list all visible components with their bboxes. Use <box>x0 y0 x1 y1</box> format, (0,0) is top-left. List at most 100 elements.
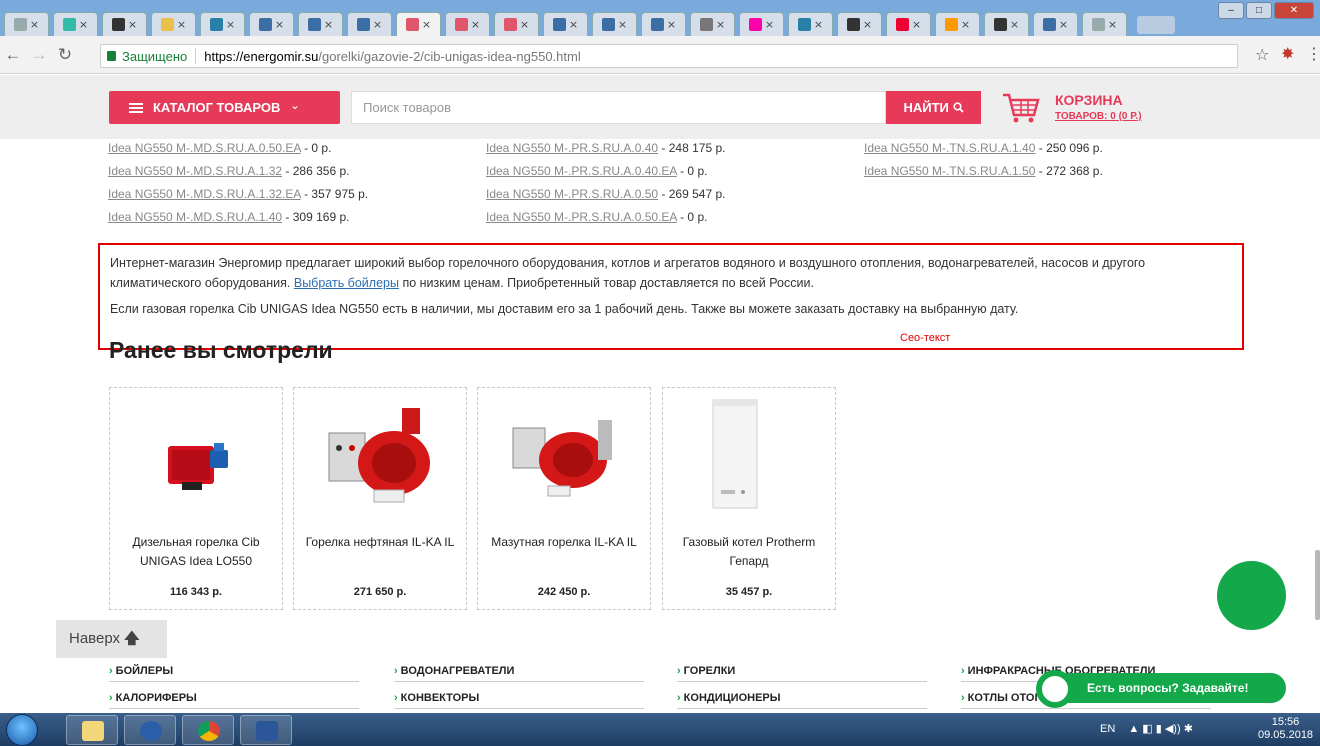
search-input[interactable]: Поиск товаров <box>351 91 886 124</box>
product-name[interactable]: Газовый котел Protherm Гепард <box>669 533 829 571</box>
callback-button[interactable] <box>1217 561 1286 630</box>
tab-close-icon[interactable]: × <box>912 18 921 31</box>
cart-icon[interactable] <box>1001 91 1041 125</box>
browser-tab[interactable]: × <box>102 12 147 36</box>
bookmark-star-icon[interactable]: ☆ <box>1255 45 1269 65</box>
cart-count-link[interactable]: ТОВАРОВ: 0 (0 Р.) <box>1055 111 1142 122</box>
tab-close-icon[interactable]: × <box>863 18 872 31</box>
browser-tab[interactable]: × <box>249 12 294 36</box>
variant-link[interactable]: Idea NG550 M-.PR.S.RU.A.0.50 <box>486 187 658 201</box>
browser-tab[interactable]: × <box>1033 12 1078 36</box>
tab-close-icon[interactable]: × <box>520 18 529 31</box>
tab-close-icon[interactable]: × <box>716 18 725 31</box>
tab-close-icon[interactable]: × <box>471 18 480 31</box>
variant-link[interactable]: Idea NG550 M-.TN.S.RU.A.1.40 <box>864 141 1035 155</box>
browser-tab[interactable]: × <box>935 12 980 36</box>
product-card[interactable]: Дизельная горелка Cib UNIGAS Idea LO550 … <box>109 387 283 610</box>
variant-link[interactable]: Idea NG550 M-.MD.S.RU.A.1.40 <box>108 210 282 224</box>
product-card[interactable]: Газовый котел Protherm Гепард 35 457 р. <box>662 387 836 610</box>
browser-tab[interactable]: × <box>494 12 539 36</box>
tab-close-icon[interactable]: × <box>765 18 774 31</box>
footer-category-link[interactable]: › КОНВЕКТОРЫ <box>394 692 644 709</box>
browser-tab[interactable]: × <box>837 12 882 36</box>
variant-link[interactable]: Idea NG550 M-.MD.S.RU.A.0.50.EA <box>108 141 301 155</box>
url-omnibox[interactable]: Защищено https://energomir.su/gorelki/ga… <box>100 44 1238 68</box>
cart-title[interactable]: КОРЗИНА <box>1055 92 1123 108</box>
browser-tab[interactable]: × <box>543 12 588 36</box>
tab-close-icon[interactable]: × <box>324 18 333 31</box>
browser-tab[interactable]: × <box>592 12 637 36</box>
tab-close-icon[interactable]: × <box>569 18 578 31</box>
browser-tab[interactable]: × <box>788 12 833 36</box>
page-scrollbar[interactable] <box>1315 550 1320 620</box>
variant-link[interactable]: Idea NG550 M-.PR.S.RU.A.0.50.EA <box>486 210 677 224</box>
minimize-button[interactable]: – <box>1218 2 1244 19</box>
extension-icon[interactable]: ✸ <box>1281 44 1299 63</box>
browser-tab[interactable]: × <box>298 12 343 36</box>
tab-close-icon[interactable]: × <box>1108 18 1117 31</box>
browser-tab[interactable]: × <box>1082 12 1127 36</box>
taskbar-word[interactable] <box>240 715 292 745</box>
variant-link[interactable]: Idea NG550 M-.PR.S.RU.A.0.40.EA <box>486 164 677 178</box>
browser-tab[interactable]: × <box>445 12 490 36</box>
tab-close-icon[interactable]: × <box>177 18 186 31</box>
tab-close-icon[interactable]: × <box>275 18 284 31</box>
tab-close-icon[interactable]: × <box>373 18 382 31</box>
browser-tab[interactable]: × <box>151 12 196 36</box>
tab-close-icon[interactable]: × <box>1010 18 1019 31</box>
tab-close-icon[interactable]: × <box>667 18 676 31</box>
tab-close-icon[interactable]: × <box>618 18 627 31</box>
footer-category-link[interactable]: › ВОДОНАГРЕВАТЕЛИ <box>394 665 644 682</box>
tray-icons[interactable]: ▲ ◧ ▮ ◀)) ✱ <box>1128 723 1193 735</box>
clock[interactable]: 15:56 09.05.2018 <box>1258 716 1313 742</box>
tab-close-icon[interactable]: × <box>128 18 137 31</box>
browser-menu-icon[interactable]: ⋮ <box>1306 44 1320 64</box>
close-window-button[interactable]: ✕ <box>1274 2 1314 19</box>
tab-close-icon[interactable]: × <box>961 18 970 31</box>
maximize-button[interactable]: □ <box>1246 2 1272 19</box>
reload-icon[interactable]: ↻ <box>52 45 78 65</box>
product-name[interactable]: Дизельная горелка Cib UNIGAS Idea LO550 <box>116 533 276 571</box>
catalog-button[interactable]: КАТАЛОГ ТОВАРОВ ⌄ <box>109 91 340 124</box>
variant-link[interactable]: Idea NG550 M-.MD.S.RU.A.1.32.EA <box>108 187 301 201</box>
browser-tab[interactable]: × <box>641 12 686 36</box>
browser-tab[interactable]: × <box>690 12 735 36</box>
variant-link[interactable]: Idea NG550 M-.MD.S.RU.A.1.32 <box>108 164 282 178</box>
browser-tab[interactable]: × <box>739 12 784 36</box>
back-to-top-button[interactable]: Наверх 🡅 <box>56 620 167 658</box>
footer-category-link[interactable]: › БОЙЛЕРЫ <box>109 665 359 682</box>
start-button[interactable] <box>6 714 38 746</box>
product-card[interactable]: Горелка нефтяная IL-KA IL 271 650 р. <box>293 387 467 610</box>
forward-button[interactable]: → <box>26 45 52 65</box>
browser-tab[interactable]: × <box>200 12 245 36</box>
variant-link[interactable]: Idea NG550 M-.TN.S.RU.A.1.50 <box>864 164 1035 178</box>
tab-close-icon[interactable]: × <box>1059 18 1068 31</box>
footer-category-link[interactable]: › КАЛОРИФЕРЫ <box>109 692 359 709</box>
choose-boilers-link[interactable]: Выбрать бойлеры <box>294 276 399 290</box>
browser-tab[interactable]: × <box>4 12 49 36</box>
tab-close-icon[interactable]: × <box>422 18 431 31</box>
taskbar-chrome[interactable] <box>182 715 234 745</box>
tab-close-icon[interactable]: × <box>30 18 39 31</box>
chat-widget-button[interactable]: Есть вопросы? Задавайте! <box>1043 673 1286 703</box>
tab-close-icon[interactable]: × <box>814 18 823 31</box>
tab-close-icon[interactable]: × <box>79 18 88 31</box>
chat-icon[interactable] <box>1036 670 1074 708</box>
new-tab-button[interactable] <box>1137 16 1175 34</box>
footer-category-link[interactable]: › КОНДИЦИОНЕРЫ <box>677 692 927 709</box>
language-indicator[interactable]: EN <box>1100 723 1115 735</box>
product-card[interactable]: Мазутная горелка IL-KA IL 242 450 р. <box>477 387 651 610</box>
tab-close-icon[interactable]: × <box>226 18 235 31</box>
taskbar-app[interactable] <box>124 715 176 745</box>
browser-tab[interactable]: × <box>886 12 931 36</box>
product-name[interactable]: Горелка нефтяная IL-KA IL <box>300 533 460 552</box>
browser-tab[interactable]: × <box>396 12 441 36</box>
footer-category-link[interactable]: › ГОРЕЛКИ <box>677 665 927 682</box>
taskbar-explorer[interactable] <box>66 715 118 745</box>
browser-tab[interactable]: × <box>347 12 392 36</box>
browser-tab[interactable]: × <box>53 12 98 36</box>
back-button[interactable]: ← <box>0 45 26 65</box>
search-button[interactable]: НАЙТИ <box>886 91 981 124</box>
product-name[interactable]: Мазутная горелка IL-KA IL <box>484 533 644 552</box>
variant-link[interactable]: Idea NG550 M-.PR.S.RU.A.0.40 <box>486 141 658 155</box>
